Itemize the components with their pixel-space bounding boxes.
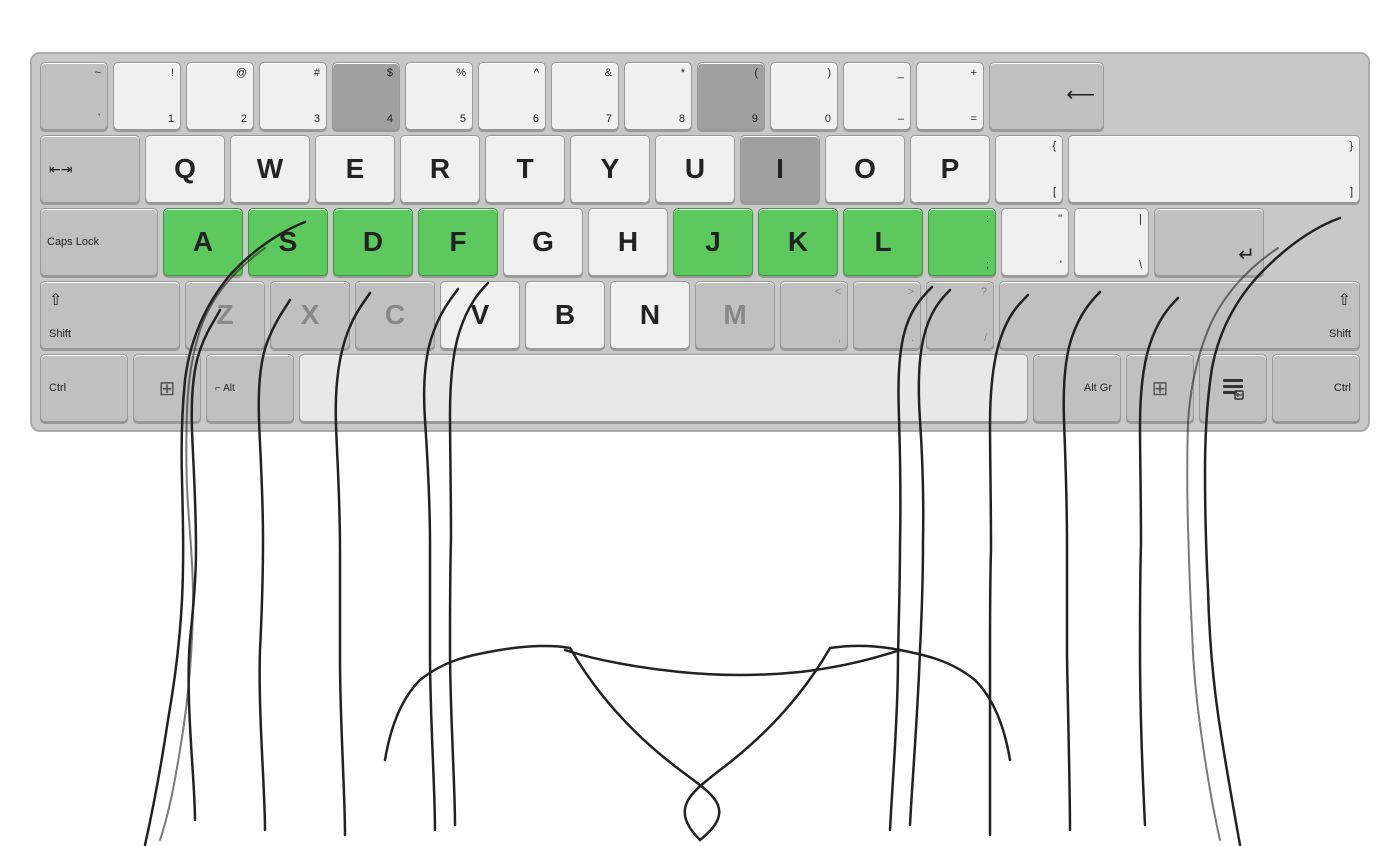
key-semicolon[interactable]: :;: [928, 208, 996, 276]
key-shift-right[interactable]: ⇧ Shift: [999, 281, 1360, 349]
key-u[interactable]: U: [655, 135, 735, 203]
key-3[interactable]: #3: [259, 62, 327, 130]
key-backspace[interactable]: ⟵: [989, 62, 1104, 130]
key-8[interactable]: *8: [624, 62, 692, 130]
key-ctrl-right[interactable]: Ctrl: [1272, 354, 1360, 422]
key-minus[interactable]: _–: [843, 62, 911, 130]
key-tilde[interactable]: ~ `: [40, 62, 108, 130]
key-i[interactable]: I: [740, 135, 820, 203]
key-n[interactable]: N: [610, 281, 690, 349]
key-7[interactable]: &7: [551, 62, 619, 130]
key-enter[interactable]: ↵: [1154, 208, 1264, 276]
key-l[interactable]: L: [843, 208, 923, 276]
key-menu[interactable]: [1199, 354, 1267, 422]
key-t[interactable]: T: [485, 135, 565, 203]
key-0[interactable]: )0: [770, 62, 838, 130]
qwerty-row: ⇤⇥ Q W E R T Y U I: [40, 135, 1360, 203]
key-5[interactable]: %5: [405, 62, 473, 130]
key-period[interactable]: >.: [853, 281, 921, 349]
key-k[interactable]: K: [758, 208, 838, 276]
key-2[interactable]: @2: [186, 62, 254, 130]
key-p[interactable]: P: [910, 135, 990, 203]
key-q[interactable]: Q: [145, 135, 225, 203]
key-backslash[interactable]: |\: [1074, 208, 1149, 276]
key-j[interactable]: J: [673, 208, 753, 276]
key-1[interactable]: !1: [113, 62, 181, 130]
number-row: ~ ` !1 @2 #3 $4 %5 ^6 &7: [40, 62, 1360, 130]
key-4[interactable]: $4: [332, 62, 400, 130]
key-alt-left[interactable]: ⌐ Alt: [206, 354, 294, 422]
key-w[interactable]: W: [230, 135, 310, 203]
key-z[interactable]: Z: [185, 281, 265, 349]
key-s[interactable]: S: [248, 208, 328, 276]
scene: ~ ` !1 @2 #3 $4 %5 ^6 &7: [0, 0, 1400, 846]
key-lbracket[interactable]: {[: [995, 135, 1063, 203]
key-y[interactable]: Y: [570, 135, 650, 203]
key-tab[interactable]: ⇤⇥: [40, 135, 140, 203]
key-rbracket[interactable]: }]: [1068, 135, 1360, 203]
key-quote[interactable]: "': [1001, 208, 1069, 276]
bottom-row: Ctrl ⊞ ⌐ Alt Alt Gr ⊞: [40, 354, 1360, 422]
key-m[interactable]: M: [695, 281, 775, 349]
key-o[interactable]: O: [825, 135, 905, 203]
key-x[interactable]: X: [270, 281, 350, 349]
key-shift-left[interactable]: ⇧ Shift: [40, 281, 180, 349]
keyboard: ~ ` !1 @2 #3 $4 %5 ^6 &7: [30, 52, 1370, 432]
key-slash[interactable]: ?/: [926, 281, 994, 349]
key-6[interactable]: ^6: [478, 62, 546, 130]
key-c[interactable]: C: [355, 281, 435, 349]
key-a[interactable]: A: [163, 208, 243, 276]
home-row: Caps Lock A S D F G H J: [40, 208, 1360, 276]
key-comma[interactable]: <,: [780, 281, 848, 349]
key-f[interactable]: F: [418, 208, 498, 276]
key-equals[interactable]: +=: [916, 62, 984, 130]
key-b[interactable]: B: [525, 281, 605, 349]
key-g[interactable]: G: [503, 208, 583, 276]
key-r[interactable]: R: [400, 135, 480, 203]
key-ctrl-left[interactable]: Ctrl: [40, 354, 128, 422]
key-h[interactable]: H: [588, 208, 668, 276]
key-win-right[interactable]: ⊞: [1126, 354, 1194, 422]
key-e[interactable]: E: [315, 135, 395, 203]
key-9[interactable]: (9: [697, 62, 765, 130]
key-v[interactable]: V: [440, 281, 520, 349]
key-space[interactable]: [299, 354, 1028, 422]
shift-row: ⇧ Shift Z X C V B N M: [40, 281, 1360, 349]
key-alt-gr[interactable]: Alt Gr: [1033, 354, 1121, 422]
key-caps-lock[interactable]: Caps Lock: [40, 208, 158, 276]
key-d[interactable]: D: [333, 208, 413, 276]
key-win-left[interactable]: ⊞: [133, 354, 201, 422]
